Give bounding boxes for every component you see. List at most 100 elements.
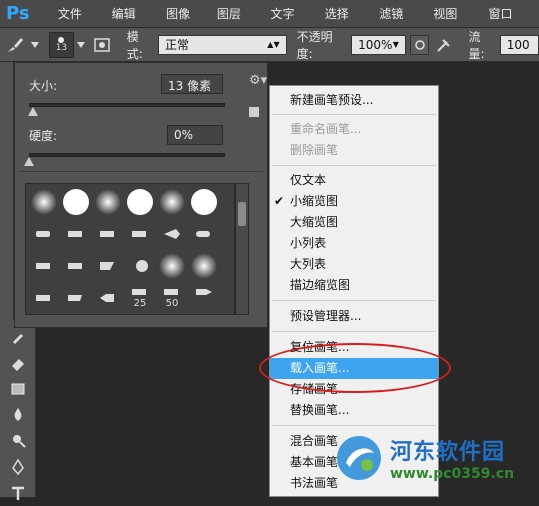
brush-size-number: 50 xyxy=(165,298,179,309)
blur-icon[interactable] xyxy=(0,402,36,428)
brush-hard-round-icon[interactable] xyxy=(60,186,92,218)
brush-tip-small-icon[interactable] xyxy=(28,250,60,282)
brush-tool-icon[interactable] xyxy=(0,31,29,59)
brush-picker-chevron-icon[interactable] xyxy=(74,31,88,59)
pen-icon[interactable] xyxy=(0,454,36,480)
menu-view[interactable]: 视图(V) xyxy=(425,0,480,49)
flow-label: 流量: xyxy=(468,29,485,61)
menu-item-label: 小列表 xyxy=(290,236,327,250)
hardness-input[interactable]: 0% xyxy=(167,125,223,145)
menu-item-save-brushes[interactable]: 存储画笔... xyxy=(270,379,438,400)
brush-tip-small-icon[interactable] xyxy=(60,282,92,314)
opacity-value: 100% xyxy=(358,37,393,52)
brush-soft-round-icon[interactable] xyxy=(156,186,188,218)
brush-preset-panel: 大小: 13 像素 ⚙▾ 硬度: 0% 25 50 xyxy=(14,62,268,328)
brush-hard-round-icon[interactable] xyxy=(124,186,156,218)
mode-select[interactable]: 正常 ▲▼ xyxy=(158,34,287,55)
brush-preset-grid[interactable]: 25 50 xyxy=(25,183,235,315)
airbrush-icon[interactable] xyxy=(429,31,458,59)
size-slider[interactable] xyxy=(29,103,225,107)
chevron-down-icon: ▼ xyxy=(392,40,399,49)
size-slider-thumb[interactable] xyxy=(27,107,38,116)
menu-bar: Ps 文件(F) 编辑(E) 图像(I) 图层(L) 文字(Y) 选择(S) 滤… xyxy=(0,0,539,49)
brush-tip-small-icon[interactable] xyxy=(188,276,220,308)
updown-icon: ▲▼ xyxy=(267,40,280,49)
brush-tip-small-icon[interactable] xyxy=(92,250,124,282)
menu-item-stroke-thumbnail[interactable]: 描边缩览图 xyxy=(270,275,438,296)
menu-image[interactable]: 图像(I) xyxy=(158,0,209,49)
checkmark-icon: ✔ xyxy=(274,194,285,208)
watermark: 河东软件园 www.pc0359.cn xyxy=(334,418,539,497)
size-label: 大小: xyxy=(29,79,58,93)
menu-select[interactable]: 选择(S) xyxy=(317,0,372,49)
menu-item-text-only[interactable]: 仅文本 xyxy=(270,170,438,191)
menu-item-label: 大缩览图 xyxy=(290,215,339,229)
menu-item-label: 预设管理器... xyxy=(290,309,362,323)
menu-item-label: 复位画笔... xyxy=(290,340,350,354)
brush-tip-small-icon[interactable] xyxy=(28,218,60,250)
menu-layer[interactable]: 图层(L) xyxy=(209,0,263,49)
scrollbar-thumb[interactable] xyxy=(238,202,246,226)
brush-tip-small-icon[interactable] xyxy=(124,218,156,250)
flow-value: 100 xyxy=(506,37,530,52)
watermark-title: 河东软件园 xyxy=(390,439,506,465)
menu-item-new-preset[interactable]: 新建画笔预设... xyxy=(270,90,438,111)
brush-tip-small-icon[interactable] xyxy=(156,218,188,250)
menu-item-label: 新建画笔预设... xyxy=(290,93,374,107)
menu-item-small-thumbnail[interactable]: ✔ 小缩览图 xyxy=(270,191,438,212)
hardness-slider[interactable] xyxy=(29,153,225,157)
panel-divider xyxy=(19,171,263,172)
menu-item-large-thumbnail[interactable]: 大缩览图 xyxy=(270,212,438,233)
menu-item-label: 载入画笔... xyxy=(290,361,350,375)
watermark-logo-icon xyxy=(337,435,381,480)
menu-item-small-list[interactable]: 小列表 xyxy=(270,233,438,254)
menu-item-label: 混合画笔 xyxy=(290,434,339,448)
size-input[interactable]: 13 像素 xyxy=(161,74,223,94)
menu-window[interactable]: 窗口(W) xyxy=(480,0,539,49)
preset-scrollbar[interactable] xyxy=(235,183,249,315)
menu-edit[interactable]: 编辑(E) xyxy=(104,0,158,49)
new-preset-icon[interactable] xyxy=(249,107,259,117)
mode-value: 正常 xyxy=(165,38,190,52)
brush-tip-small-icon[interactable] xyxy=(92,282,124,314)
menu-item-label: 基本画笔 xyxy=(290,455,339,469)
photoshop-logo: Ps xyxy=(6,3,30,24)
menu-item-rename-brush: 重命名画笔... xyxy=(270,119,438,140)
dodge-icon[interactable] xyxy=(0,428,36,454)
brush-tip-small-icon[interactable] xyxy=(60,250,92,282)
menu-item-preset-manager[interactable]: 预设管理器... xyxy=(270,306,438,327)
opacity-label: 不透明度: xyxy=(296,29,333,61)
chevron-down-icon[interactable] xyxy=(29,31,41,59)
brush-tip-small-icon[interactable] xyxy=(188,218,220,250)
menu-file[interactable]: 文件(F) xyxy=(50,0,104,49)
menu-item-reset-brushes[interactable]: 复位画笔... xyxy=(270,337,438,358)
brush-panel-toggle-icon[interactable] xyxy=(88,31,117,59)
brush-tip-small-icon[interactable] xyxy=(60,218,92,250)
menu-type[interactable]: 文字(Y) xyxy=(262,0,316,49)
brush-soft-round-icon[interactable] xyxy=(92,186,124,218)
menu-item-large-list[interactable]: 大列表 xyxy=(270,254,438,275)
gradient-icon[interactable] xyxy=(0,376,36,402)
menu-item-delete-brush: 删除画笔 xyxy=(270,140,438,161)
brush-preset-picker[interactable]: 13 xyxy=(48,31,75,58)
menu-divider xyxy=(272,114,436,115)
brush-tip-small-icon[interactable] xyxy=(28,282,60,314)
menu-item-label: 替换画笔... xyxy=(290,403,350,417)
menu-filter[interactable]: 滤镜(T) xyxy=(371,0,425,49)
eraser-icon[interactable] xyxy=(0,350,36,376)
menu-item-load-brushes[interactable]: 载入画笔... xyxy=(270,358,438,379)
menu-item-label: 存储画笔... xyxy=(290,382,350,396)
menu-divider xyxy=(272,300,436,301)
brush-soft-round-icon[interactable] xyxy=(28,186,60,218)
brush-size-number: 25 xyxy=(133,298,147,309)
flow-field[interactable]: 100 xyxy=(499,34,539,55)
hardness-slider-thumb[interactable] xyxy=(24,157,34,166)
brush-size-readout: 13 xyxy=(55,42,68,53)
gear-icon[interactable]: ⚙▾ xyxy=(249,73,267,88)
brush-hard-round-icon[interactable] xyxy=(188,186,220,218)
pressure-opacity-button[interactable] xyxy=(409,34,430,55)
opacity-field[interactable]: 100% ▼ xyxy=(351,34,406,55)
type-icon[interactable] xyxy=(0,480,36,506)
menu-divider xyxy=(272,165,436,166)
brush-tip-small-icon[interactable] xyxy=(92,218,124,250)
